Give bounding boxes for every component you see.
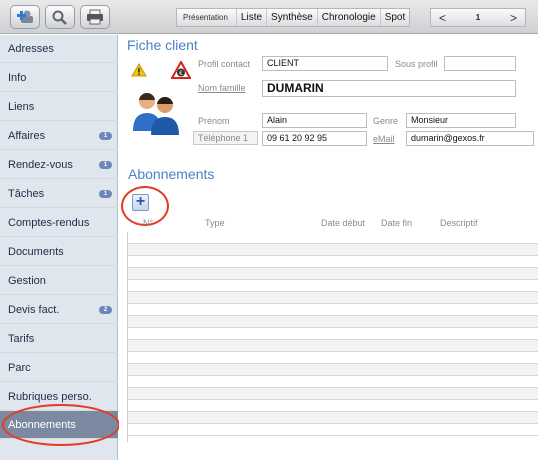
column-header-date-debut[interactable]: Date début [321, 218, 365, 228]
sidebar-item-liens[interactable]: Liens [0, 93, 118, 121]
telephone-label: Téléphone 1 [193, 131, 258, 145]
sidebar-item-label: Rubriques perso. [8, 390, 92, 403]
toolbar: Présentation Liste Synthèse Chronologie … [0, 0, 538, 34]
payment-alert-icon: € [171, 61, 191, 79]
add-contact-button[interactable] [10, 5, 40, 29]
sidebar-item-label: Adresses [8, 42, 54, 55]
prenom-field[interactable]: Alain [262, 113, 367, 128]
print-icon [87, 9, 103, 25]
count-badge: 2 [99, 306, 112, 314]
sidebar-item-label: Comptes-rendus [8, 216, 90, 229]
nom-famille-label[interactable]: Nom famille [198, 83, 246, 93]
column-header-date-fin[interactable]: Date fin [381, 218, 412, 228]
table-row[interactable] [128, 280, 538, 292]
svg-text:€: € [179, 70, 183, 77]
email-field[interactable]: dumarin@gexos.fr [406, 131, 534, 146]
table-row[interactable] [128, 388, 538, 400]
sidebar-item-taches[interactable]: Tâches 1 [0, 180, 118, 208]
nom-famille-field[interactable]: DUMARIN [262, 80, 516, 97]
table-row[interactable] [128, 400, 538, 412]
genre-field[interactable]: Monsieur [406, 113, 516, 128]
sidebar-item-label: Info [8, 71, 27, 84]
count-badge: 1 [99, 132, 112, 140]
table-row[interactable] [128, 316, 538, 328]
table-row[interactable] [128, 376, 538, 388]
abonnements-title: Abonnements [128, 166, 215, 182]
tab-synthese[interactable]: Synthèse [267, 9, 318, 26]
record-number: 1 [475, 13, 481, 22]
search-icon [52, 10, 67, 25]
table-row[interactable] [128, 364, 538, 376]
warning-icon [131, 63, 147, 77]
sidebar: Adresses Info Liens Affaires 1 Rendez-vou… [0, 35, 120, 460]
highlight-ring-abonnements [2, 404, 120, 446]
sidebar-item-label: Affaires [8, 129, 46, 142]
column-header-type[interactable]: Type [205, 218, 225, 228]
tab-spot[interactable]: Spot [381, 9, 410, 26]
sidebar-item-adresses[interactable]: Adresses [0, 35, 118, 63]
tab-presentation[interactable]: Présentation [177, 9, 237, 26]
sidebar-item-rendez-vous[interactable]: Rendez-vous 1 [0, 151, 118, 179]
sous-profil-field[interactable] [444, 56, 516, 71]
telephone-field[interactable]: 09 61 20 92 95 [262, 131, 367, 146]
table-row[interactable] [128, 328, 538, 340]
table-row[interactable] [128, 232, 538, 244]
table-row[interactable] [128, 256, 538, 268]
next-record-button[interactable]: > [510, 11, 517, 25]
prenom-label: Prénom [198, 116, 230, 126]
sidebar-item-label: Tâches [8, 187, 45, 200]
table-row[interactable] [128, 412, 538, 424]
table-row[interactable] [128, 352, 538, 364]
main-panel: Fiche client € Profil contact CLIENT Sou… [119, 35, 538, 460]
column-header-numero[interactable]: N° [143, 218, 153, 228]
sidebar-item-label: Parc [8, 361, 31, 374]
sidebar-item-info[interactable]: Info [0, 64, 118, 92]
column-header-descriptif[interactable]: Descriptif [440, 218, 478, 228]
view-tabs: Présentation Liste Synthèse Chronologie … [176, 8, 411, 27]
add-user-icon [17, 10, 33, 23]
sidebar-item-label: Tarifs [8, 332, 35, 345]
table-row[interactable] [128, 292, 538, 304]
sidebar-item-devis-fact[interactable]: Devis fact. 2 [0, 296, 118, 324]
table-row[interactable] [128, 304, 538, 316]
sidebar-item-label: Devis fact. [8, 303, 60, 316]
fiche-client-title: Fiche client [127, 37, 198, 53]
sidebar-item-gestion[interactable]: Gestion [0, 267, 118, 295]
sidebar-item-affaires[interactable]: Affaires 1 [0, 122, 118, 150]
sidebar-item-documents[interactable]: Documents [0, 238, 118, 266]
abonnements-table [127, 232, 538, 442]
profil-contact-label: Profil contact [198, 59, 251, 69]
search-button[interactable] [45, 5, 75, 29]
genre-label: Genre [373, 116, 399, 126]
table-header: N° Type Date début Date fin Descriptif [127, 218, 538, 232]
count-badge: 1 [99, 190, 112, 198]
sidebar-item-label: Rendez-vous [8, 158, 73, 171]
print-button[interactable] [80, 5, 110, 29]
table-row[interactable] [128, 268, 538, 280]
record-pager: < 1 > [430, 8, 526, 27]
previous-record-button[interactable]: < [439, 11, 446, 25]
table-row[interactable] [128, 244, 538, 256]
sidebar-item-label: Gestion [8, 274, 46, 287]
sidebar-item-tarifs[interactable]: Tarifs [0, 325, 118, 353]
table-row[interactable] [128, 340, 538, 352]
tab-liste[interactable]: Liste [237, 9, 268, 26]
sidebar-item-parc[interactable]: Parc [0, 354, 118, 382]
tab-chronologie[interactable]: Chronologie [318, 9, 381, 26]
profil-contact-field[interactable]: CLIENT [262, 56, 388, 71]
contact-avatar-icon [133, 92, 179, 135]
sous-profil-label: Sous profil [395, 59, 438, 69]
sidebar-item-comptes-rendus[interactable]: Comptes-rendus [0, 209, 118, 237]
count-badge: 1 [99, 161, 112, 169]
sidebar-item-label: Documents [8, 245, 64, 258]
sidebar-item-label: Liens [8, 100, 35, 113]
table-row[interactable] [128, 424, 538, 436]
email-label[interactable]: eMail [373, 134, 395, 144]
